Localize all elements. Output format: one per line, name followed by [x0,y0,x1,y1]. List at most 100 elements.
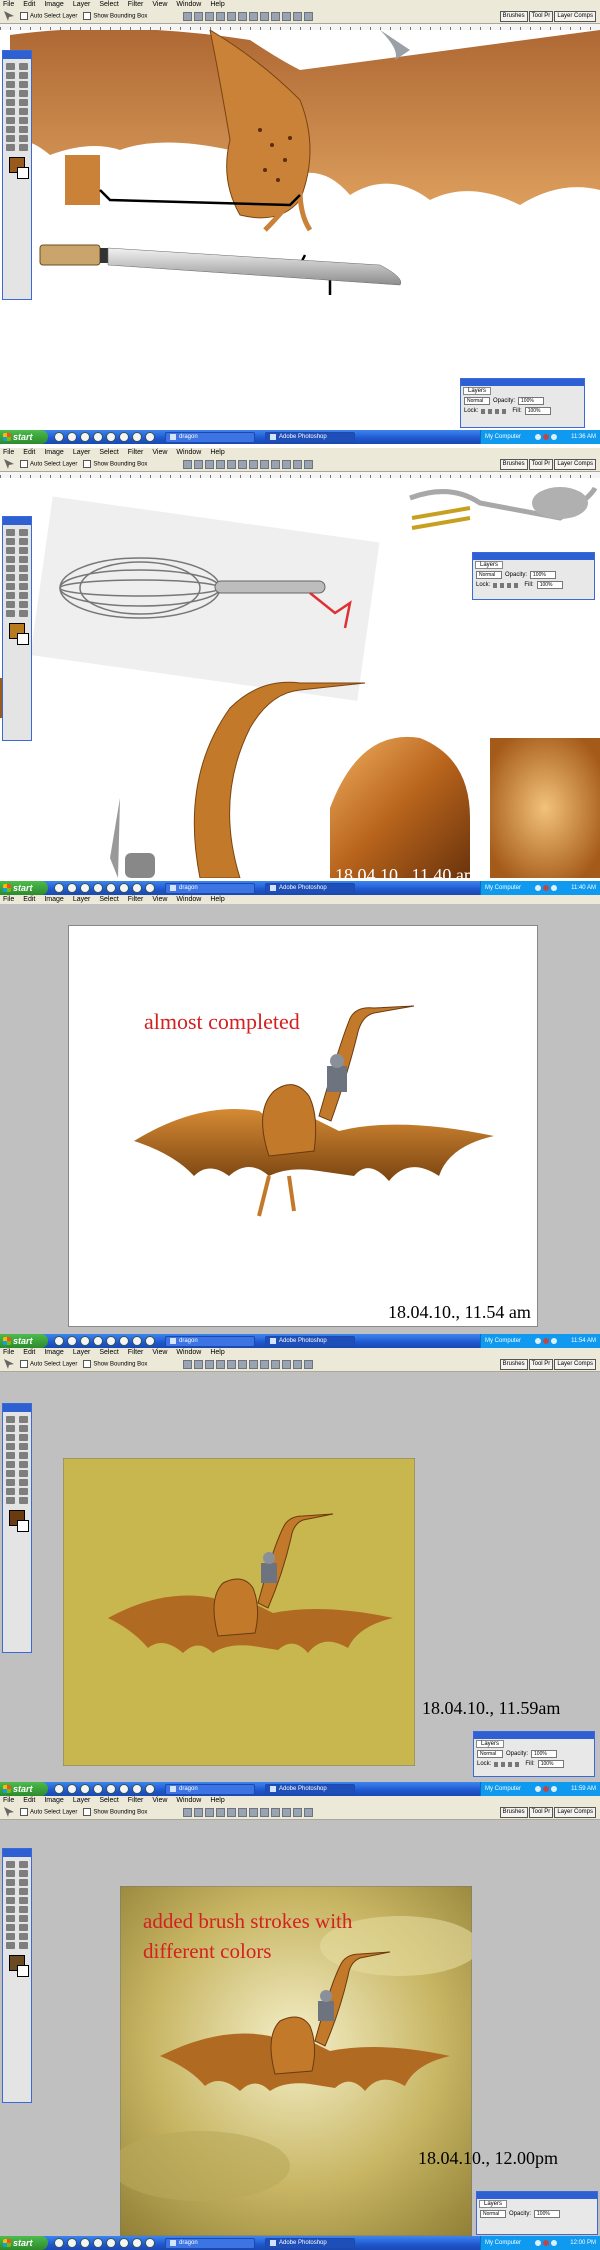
menu-view[interactable]: View [152,449,167,456]
align-icons[interactable] [183,1359,314,1369]
layer-comps-tab[interactable]: Layer Comps [554,11,596,22]
menu-layer[interactable]: Layer [73,1349,91,1356]
align-icons[interactable] [183,459,314,469]
menu-view[interactable]: View [152,1,167,8]
opacity-field[interactable]: 100% [518,397,545,405]
layers-palette-titlebar[interactable] [477,2192,597,2199]
quick-launch[interactable] [54,883,155,893]
taskbar-item-photoshop[interactable]: Adobe Photoshop [265,2237,355,2249]
tray-clock[interactable]: 12:00 PM [570,2240,596,2246]
menu-select[interactable]: Select [99,1,118,8]
bounding-box-checkbox[interactable]: Show Bounding Box [83,1360,147,1368]
quick-launch[interactable] [54,2238,155,2248]
menu-filter[interactable]: Filter [128,449,144,456]
tray-clock[interactable]: 11:54 AM [571,1338,596,1344]
taskbar-item-photoshop[interactable]: Adobe Photoshop [265,1335,355,1347]
layers-tab[interactable]: Layers [476,1740,505,1748]
menu-edit[interactable]: Edit [23,1349,35,1356]
quick-launch[interactable] [54,432,155,442]
taskbar-item-dragon[interactable]: dragon [165,882,255,894]
layers-palette[interactable]: Layers Normal Opacity: 100% Lock: Fill: … [460,378,585,428]
menu-file[interactable]: File [3,1797,14,1804]
tools-palette-titlebar[interactable] [3,51,31,59]
tray-clock[interactable]: 11:59 AM [571,1786,596,1792]
layer-comps-tab[interactable]: Layer Comps [554,459,596,470]
brushes-tab[interactable]: Brushes [499,11,528,22]
tool-buttons[interactable] [5,1416,29,1504]
auto-select-checkbox[interactable]: Auto Select Layer [20,12,77,20]
menu-select[interactable]: Select [99,1349,118,1356]
layer-comps-tab[interactable]: Layer Comps [554,1807,596,1818]
menu-edit[interactable]: Edit [23,449,35,456]
background-color-swatch[interactable] [17,1965,29,1977]
align-icons[interactable] [183,11,314,21]
taskbar-item-dragon[interactable]: dragon [165,2237,255,2249]
menu-window[interactable]: Window [176,1,201,8]
layers-palette-titlebar[interactable] [473,553,594,560]
start-button[interactable]: start [0,1334,48,1348]
quick-launch[interactable] [54,1336,155,1346]
menu-window[interactable]: Window [176,1349,201,1356]
tray-clock[interactable]: 11:40 AM [571,885,596,891]
blend-mode-select[interactable]: Normal [464,397,490,405]
tools-palette-titlebar[interactable] [3,1404,31,1412]
tools-palette[interactable] [2,516,32,741]
tool-buttons[interactable] [5,1861,29,1949]
menu-filter[interactable]: Filter [128,896,144,903]
blend-mode-select[interactable]: Normal [480,2210,506,2218]
menu-edit[interactable]: Edit [23,896,35,903]
start-button[interactable]: start [0,881,48,895]
menu-layer[interactable]: Layer [73,1,91,8]
taskbar-item-photoshop[interactable]: Adobe Photoshop [265,431,355,443]
menu-filter[interactable]: Filter [128,1,144,8]
layers-tab[interactable]: Layers [463,387,492,395]
tools-palette-titlebar[interactable] [3,1849,31,1857]
menu-filter[interactable]: Filter [128,1349,144,1356]
menu-window[interactable]: Window [176,1797,201,1804]
opacity-field[interactable]: 100% [531,1750,558,1758]
tool-buttons[interactable] [5,529,29,617]
opacity-field[interactable]: 100% [534,2210,561,2218]
fill-field[interactable]: 100% [536,581,563,589]
layers-tab[interactable]: Layers [475,561,504,569]
taskbar-item-dragon[interactable]: dragon [165,431,255,443]
menu-filter[interactable]: Filter [128,1797,144,1804]
document-canvas[interactable]: almost completed [68,925,538,1327]
taskbar-item-dragon[interactable]: dragon [165,1783,255,1795]
menu-file[interactable]: File [3,449,14,456]
tool-buttons[interactable] [5,63,29,151]
menu-layer[interactable]: Layer [73,896,91,903]
blend-mode-select[interactable]: Normal [477,1750,503,1758]
bounding-box-checkbox[interactable]: Show Bounding Box [83,460,147,468]
menu-select[interactable]: Select [99,1797,118,1804]
align-icons[interactable] [183,1807,314,1817]
blend-mode-select[interactable]: Normal [476,571,502,579]
start-button[interactable]: start [0,1782,48,1796]
tray-clock[interactable]: 11:36 AM [571,434,596,440]
menu-select[interactable]: Select [99,449,118,456]
start-button[interactable]: start [0,430,48,444]
lock-icons[interactable] [481,408,510,414]
menu-edit[interactable]: Edit [23,1,35,8]
menu-image[interactable]: Image [44,896,63,903]
menu-image[interactable]: Image [44,1797,63,1804]
menu-help[interactable]: Help [210,449,224,456]
document-canvas[interactable] [63,1458,415,1766]
background-color-swatch[interactable] [17,633,29,645]
brushes-tab[interactable]: Brushes [499,1807,528,1818]
menu-file[interactable]: File [3,1,14,8]
tool-presets-tab[interactable]: Tool Pr [528,1807,554,1818]
quick-launch[interactable] [54,1784,155,1794]
menu-help[interactable]: Help [210,896,224,903]
menu-file[interactable]: File [3,1349,14,1356]
auto-select-checkbox[interactable]: Auto Select Layer [20,1808,77,1816]
opacity-field[interactable]: 100% [530,571,557,579]
start-button[interactable]: start [0,2236,48,2250]
tools-palette[interactable] [2,1848,32,2103]
tool-presets-tab[interactable]: Tool Pr [528,459,554,470]
tool-presets-tab[interactable]: Tool Pr [528,1359,554,1370]
menu-layer[interactable]: Layer [73,449,91,456]
menu-edit[interactable]: Edit [23,1797,35,1804]
background-color-swatch[interactable] [17,167,29,179]
layers-palette[interactable]: Layers Normal Opacity: 100% Lock: Fill: … [472,552,595,600]
